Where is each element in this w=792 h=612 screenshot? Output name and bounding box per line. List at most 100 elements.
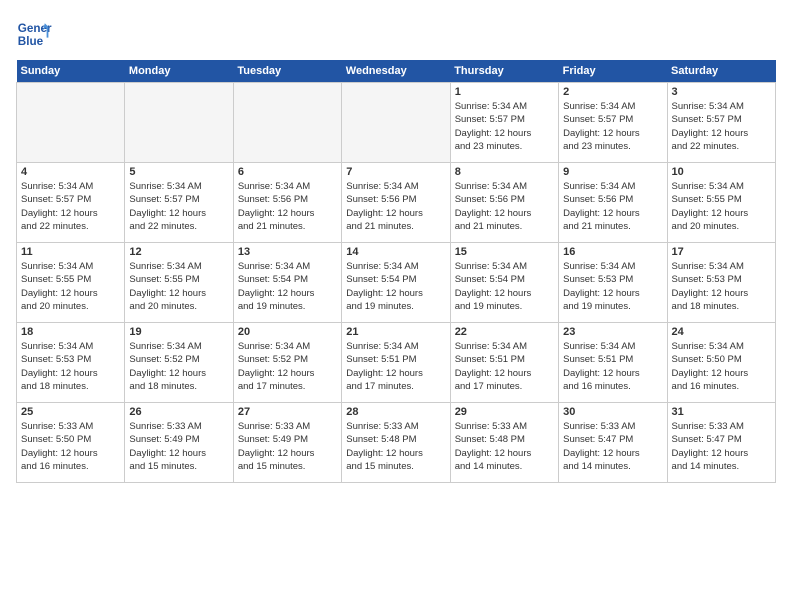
- day-info: Sunrise: 5:34 AM Sunset: 5:57 PM Dayligh…: [21, 180, 120, 233]
- calendar-cell: 7 Sunrise: 5:34 AM Sunset: 5:56 PM Daylig…: [342, 163, 450, 243]
- calendar-cell: 5 Sunrise: 5:34 AM Sunset: 5:57 PM Daylig…: [125, 163, 233, 243]
- day-info: Sunrise: 5:34 AM Sunset: 5:57 PM Dayligh…: [455, 100, 554, 153]
- day-info: Sunrise: 5:33 AM Sunset: 5:49 PM Dayligh…: [129, 420, 228, 473]
- calendar-cell: [342, 83, 450, 163]
- calendar-cell: 15 Sunrise: 5:34 AM Sunset: 5:54 PM Dayli…: [450, 243, 558, 323]
- calendar-cell: 23Sunrise: 5:34 AM Sunset: 5:51 PM Dayli…: [559, 323, 667, 403]
- day-info: Sunrise: 5:34 AM Sunset: 5:51 PM Dayligh…: [346, 340, 445, 393]
- day-info: Sunrise: 5:34 AM Sunset: 5:57 PM Dayligh…: [672, 100, 771, 153]
- calendar-cell: 4 Sunrise: 5:34 AM Sunset: 5:57 PM Daylig…: [17, 163, 125, 243]
- svg-text:Blue: Blue: [18, 35, 44, 48]
- day-number: 31: [672, 406, 771, 418]
- day-number: 2: [563, 86, 662, 98]
- calendar-cell: [233, 83, 341, 163]
- day-info: Sunrise: 5:34 AM Sunset: 5:50 PM Dayligh…: [672, 340, 771, 393]
- logo-icon: General Blue: [16, 16, 52, 52]
- day-number: 7: [346, 166, 445, 178]
- day-number: 4: [21, 166, 120, 178]
- weekday-header: Tuesday: [233, 60, 341, 83]
- day-info: Sunrise: 5:34 AM Sunset: 5:52 PM Dayligh…: [129, 340, 228, 393]
- day-info: Sunrise: 5:34 AM Sunset: 5:53 PM Dayligh…: [21, 340, 120, 393]
- day-info: Sunrise: 5:34 AM Sunset: 5:57 PM Dayligh…: [129, 180, 228, 233]
- calendar-cell: 10Sunrise: 5:34 AM Sunset: 5:55 PM Dayli…: [667, 163, 775, 243]
- day-number: 10: [672, 166, 771, 178]
- day-number: 1: [455, 86, 554, 98]
- day-number: 28: [346, 406, 445, 418]
- day-number: 13: [238, 246, 337, 258]
- day-info: Sunrise: 5:34 AM Sunset: 5:56 PM Dayligh…: [238, 180, 337, 233]
- day-number: 25: [21, 406, 120, 418]
- day-number: 6: [238, 166, 337, 178]
- calendar-cell: 16 Sunrise: 5:34 AM Sunset: 5:53 PM Dayli…: [559, 243, 667, 323]
- day-number: 5: [129, 166, 228, 178]
- day-info: Sunrise: 5:34 AM Sunset: 5:54 PM Dayligh…: [238, 260, 337, 313]
- day-info: Sunrise: 5:33 AM Sunset: 5:49 PM Dayligh…: [238, 420, 337, 473]
- day-number: 19: [129, 326, 228, 338]
- day-info: Sunrise: 5:34 AM Sunset: 5:56 PM Dayligh…: [346, 180, 445, 233]
- calendar-week-row: 4 Sunrise: 5:34 AM Sunset: 5:57 PM Daylig…: [17, 163, 776, 243]
- day-number: 17: [672, 246, 771, 258]
- day-number: 8: [455, 166, 554, 178]
- calendar-cell: 24Sunrise: 5:34 AM Sunset: 5:50 PM Dayli…: [667, 323, 775, 403]
- day-number: 20: [238, 326, 337, 338]
- weekday-header: Saturday: [667, 60, 775, 83]
- day-number: 11: [21, 246, 120, 258]
- day-info: Sunrise: 5:34 AM Sunset: 5:54 PM Dayligh…: [346, 260, 445, 313]
- calendar-cell: 9 Sunrise: 5:34 AM Sunset: 5:56 PM Daylig…: [559, 163, 667, 243]
- day-number: 9: [563, 166, 662, 178]
- calendar-cell: 17 Sunrise: 5:34 AM Sunset: 5:53 PM Dayli…: [667, 243, 775, 323]
- day-info: Sunrise: 5:34 AM Sunset: 5:57 PM Dayligh…: [563, 100, 662, 153]
- day-info: Sunrise: 5:34 AM Sunset: 5:55 PM Dayligh…: [21, 260, 120, 313]
- calendar-cell: 31 Sunrise: 5:33 AM Sunset: 5:47 PM Dayli…: [667, 403, 775, 483]
- page-header: General Blue: [16, 16, 776, 52]
- day-number: 16: [563, 246, 662, 258]
- day-info: Sunrise: 5:33 AM Sunset: 5:47 PM Dayligh…: [672, 420, 771, 473]
- day-number: 12: [129, 246, 228, 258]
- calendar-cell: 21Sunrise: 5:34 AM Sunset: 5:51 PM Dayli…: [342, 323, 450, 403]
- day-info: Sunrise: 5:34 AM Sunset: 5:53 PM Dayligh…: [672, 260, 771, 313]
- weekday-header-row: SundayMondayTuesdayWednesdayThursdayFrid…: [17, 60, 776, 83]
- calendar-week-row: 1 Sunrise: 5:34 AM Sunset: 5:57 PM Daylig…: [17, 83, 776, 163]
- calendar-week-row: 18 Sunrise: 5:34 AM Sunset: 5:53 PM Dayli…: [17, 323, 776, 403]
- calendar-table: SundayMondayTuesdayWednesdayThursdayFrid…: [16, 60, 776, 483]
- calendar-cell: 27 Sunrise: 5:33 AM Sunset: 5:49 PM Dayli…: [233, 403, 341, 483]
- day-info: Sunrise: 5:33 AM Sunset: 5:47 PM Dayligh…: [563, 420, 662, 473]
- calendar-week-row: 11 Sunrise: 5:34 AM Sunset: 5:55 PM Dayli…: [17, 243, 776, 323]
- day-info: Sunrise: 5:34 AM Sunset: 5:53 PM Dayligh…: [563, 260, 662, 313]
- calendar-cell: 20 Sunrise: 5:34 AM Sunset: 5:52 PM Dayli…: [233, 323, 341, 403]
- day-info: Sunrise: 5:34 AM Sunset: 5:52 PM Dayligh…: [238, 340, 337, 393]
- day-number: 18: [21, 326, 120, 338]
- calendar-cell: 2 Sunrise: 5:34 AM Sunset: 5:57 PM Daylig…: [559, 83, 667, 163]
- day-info: Sunrise: 5:34 AM Sunset: 5:54 PM Dayligh…: [455, 260, 554, 313]
- day-info: Sunrise: 5:33 AM Sunset: 5:48 PM Dayligh…: [346, 420, 445, 473]
- day-info: Sunrise: 5:34 AM Sunset: 5:51 PM Dayligh…: [455, 340, 554, 393]
- day-number: 22: [455, 326, 554, 338]
- calendar-cell: 8Sunrise: 5:34 AM Sunset: 5:56 PM Daylig…: [450, 163, 558, 243]
- calendar-cell: 29 Sunrise: 5:33 AM Sunset: 5:48 PM Dayli…: [450, 403, 558, 483]
- calendar-cell: 1 Sunrise: 5:34 AM Sunset: 5:57 PM Daylig…: [450, 83, 558, 163]
- calendar-cell: 11 Sunrise: 5:34 AM Sunset: 5:55 PM Dayli…: [17, 243, 125, 323]
- weekday-header: Wednesday: [342, 60, 450, 83]
- day-info: Sunrise: 5:34 AM Sunset: 5:55 PM Dayligh…: [129, 260, 228, 313]
- calendar-cell: 6 Sunrise: 5:34 AM Sunset: 5:56 PM Daylig…: [233, 163, 341, 243]
- day-number: 15: [455, 246, 554, 258]
- weekday-header: Monday: [125, 60, 233, 83]
- day-number: 14: [346, 246, 445, 258]
- calendar-cell: 13 Sunrise: 5:34 AM Sunset: 5:54 PM Dayli…: [233, 243, 341, 323]
- day-number: 23: [563, 326, 662, 338]
- day-number: 26: [129, 406, 228, 418]
- day-number: 27: [238, 406, 337, 418]
- day-info: Sunrise: 5:33 AM Sunset: 5:50 PM Dayligh…: [21, 420, 120, 473]
- day-number: 29: [455, 406, 554, 418]
- day-number: 30: [563, 406, 662, 418]
- calendar-cell: 28 Sunrise: 5:33 AM Sunset: 5:48 PM Dayli…: [342, 403, 450, 483]
- day-info: Sunrise: 5:33 AM Sunset: 5:48 PM Dayligh…: [455, 420, 554, 473]
- calendar-cell: 25 Sunrise: 5:33 AM Sunset: 5:50 PM Dayli…: [17, 403, 125, 483]
- logo: General Blue: [16, 16, 52, 52]
- weekday-header: Thursday: [450, 60, 558, 83]
- calendar-cell: 12 Sunrise: 5:34 AM Sunset: 5:55 PM Dayli…: [125, 243, 233, 323]
- weekday-header: Friday: [559, 60, 667, 83]
- calendar-cell: [17, 83, 125, 163]
- calendar-cell: 18 Sunrise: 5:34 AM Sunset: 5:53 PM Dayli…: [17, 323, 125, 403]
- day-info: Sunrise: 5:34 AM Sunset: 5:56 PM Dayligh…: [563, 180, 662, 233]
